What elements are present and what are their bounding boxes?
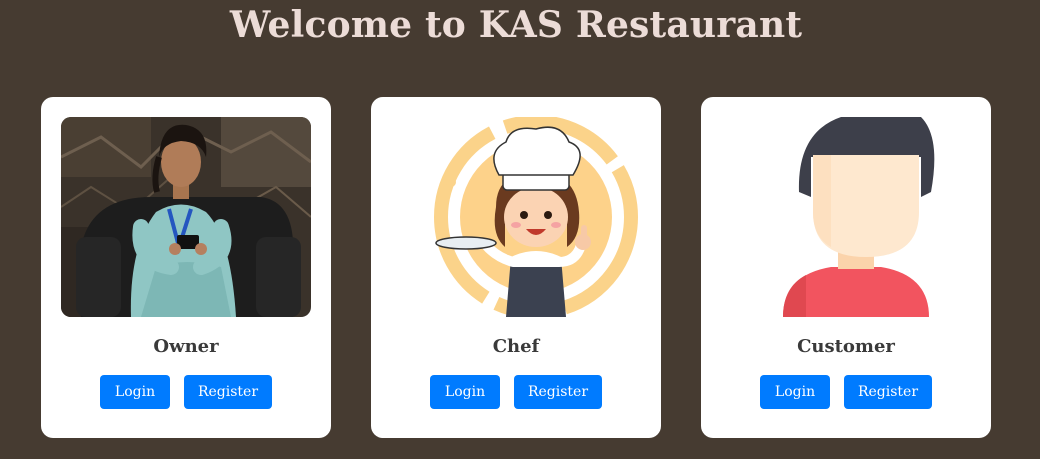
owner-card: Owner Login Register: [41, 97, 331, 438]
role-title-customer: Customer: [797, 336, 895, 357]
chef-illustration: [391, 117, 641, 317]
owner-register-button[interactable]: Register: [184, 375, 272, 409]
page-title: Welcome to KAS Restaurant: [229, 4, 803, 46]
customer-login-button[interactable]: Login: [760, 375, 830, 409]
customer-avatar: [721, 117, 971, 317]
chef-login-button[interactable]: Login: [430, 375, 500, 409]
owner-login-button[interactable]: Login: [100, 375, 170, 409]
chef-register-button[interactable]: Register: [514, 375, 602, 409]
role-title-chef: Chef: [492, 336, 540, 357]
owner-photo: [61, 117, 311, 317]
role-title-owner: Owner: [153, 336, 219, 357]
customer-card: Customer Login Register: [701, 97, 991, 438]
customer-register-button[interactable]: Register: [844, 375, 932, 409]
chef-card: Chef Login Register: [371, 97, 661, 438]
